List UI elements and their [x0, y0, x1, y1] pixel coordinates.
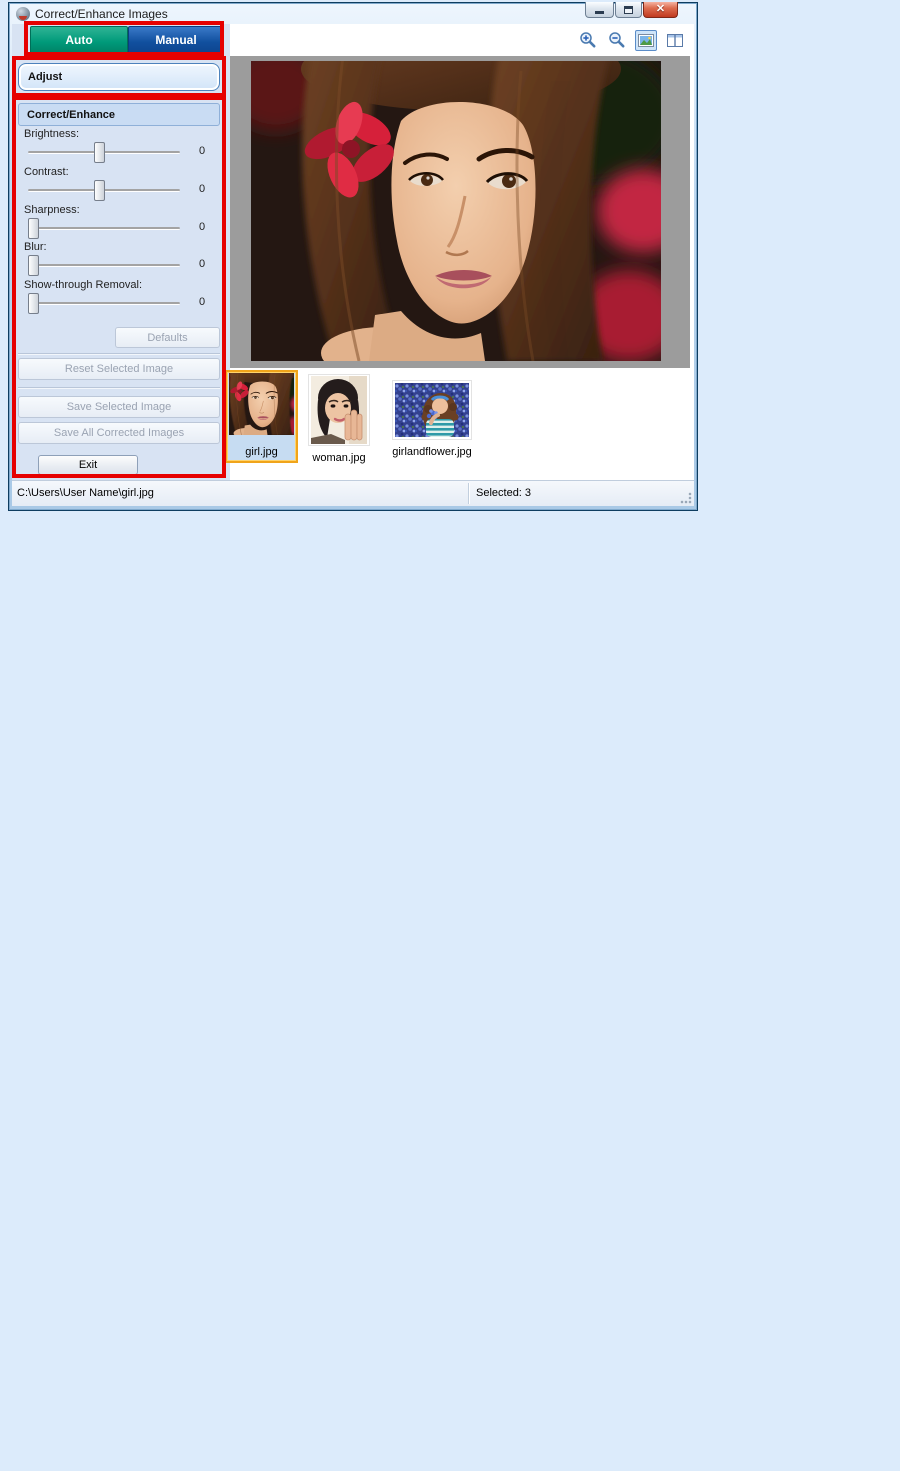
slider-thumb[interactable]	[28, 293, 39, 314]
thumbnail-label: woman.jpg	[312, 452, 366, 464]
thumbnail-strip: girl.jpg woman.jpg girlandflower.jpg	[225, 368, 690, 480]
blur-slider-group: Blur: 0	[12, 241, 230, 279]
preview-canvas[interactable]	[230, 56, 690, 368]
restore-button[interactable]	[615, 2, 642, 18]
blur-slider[interactable]	[28, 255, 180, 276]
show-through-removal-value: 0	[198, 296, 206, 308]
panel-separator	[18, 387, 220, 389]
slider-thumb[interactable]	[28, 255, 39, 276]
contrast-slider[interactable]	[28, 180, 180, 201]
dialog-body: Auto Manual Adjust Correct/Enhance Brigh…	[12, 24, 694, 506]
preview-area: girl.jpg woman.jpg girlandflower.jpg	[225, 24, 694, 480]
slider-thumb[interactable]	[94, 180, 105, 201]
exit-button[interactable]: Exit	[38, 455, 138, 475]
restore-icon	[624, 5, 633, 14]
window-controls: ✕	[585, 2, 678, 18]
show-through-removal-slider[interactable]	[28, 293, 180, 314]
settings-panel: Auto Manual Adjust Correct/Enhance Brigh…	[12, 24, 230, 480]
brightness-slider[interactable]	[28, 142, 180, 163]
brightness-value: 0	[198, 145, 206, 157]
brightness-slider-group: Brightness: 0	[12, 128, 230, 166]
adjust-button[interactable]: Adjust	[18, 63, 220, 91]
brightness-label: Brightness:	[24, 128, 80, 140]
close-icon: ✕	[655, 3, 666, 15]
correct-enhance-dialog: Correct/Enhance Images ✕ Auto Manual Adj…	[8, 2, 698, 511]
preview-toolbar	[230, 24, 690, 56]
blur-value: 0	[198, 258, 206, 270]
minimize-icon	[595, 10, 604, 14]
thumbnail-woman-image	[308, 374, 370, 446]
thumbnail-woman[interactable]: woman.jpg	[305, 374, 373, 464]
defaults-button[interactable]: Defaults	[115, 327, 220, 348]
thumbnail-label: girlandflower.jpg	[392, 446, 472, 458]
contrast-label: Contrast:	[24, 166, 69, 178]
status-divider	[468, 483, 469, 504]
status-bar: C:\Users\User Name\girl.jpg Selected: 3	[12, 480, 694, 506]
app-face-icon	[16, 6, 30, 21]
sharpness-slider-group: Sharpness: 0	[12, 204, 230, 242]
title-bar[interactable]: Correct/Enhance Images ✕	[12, 2, 694, 24]
save-all-corrected-images-button[interactable]: Save All Corrected Images	[18, 422, 220, 444]
thumbnail-girl-image	[229, 373, 294, 435]
sharpness-label: Sharpness:	[24, 204, 80, 216]
thumbnail-girl[interactable]: girl.jpg	[225, 370, 298, 463]
zoom-out-icon[interactable]	[606, 30, 628, 51]
status-selected-count: Selected: 3	[476, 487, 532, 499]
resize-grip-icon[interactable]	[680, 492, 692, 504]
thumbnail-label: girl.jpg	[245, 446, 278, 458]
tab-auto[interactable]: Auto	[30, 26, 128, 53]
preview-image	[251, 61, 661, 361]
zoom-in-icon[interactable]	[577, 30, 599, 51]
panel-separator	[18, 353, 220, 355]
minimize-button[interactable]	[585, 2, 614, 18]
tab-manual[interactable]: Manual	[128, 26, 224, 53]
close-button[interactable]: ✕	[643, 2, 678, 18]
status-file-path: C:\Users\User Name\girl.jpg	[17, 487, 154, 499]
thumbnail-girlandflower-image	[392, 380, 472, 440]
sharpness-slider[interactable]	[28, 218, 180, 239]
whole-image-view-icon[interactable]	[635, 29, 657, 51]
slider-thumb[interactable]	[28, 218, 39, 239]
blur-label: Blur:	[24, 241, 47, 253]
show-through-removal-slider-group: Show-through Removal: 0	[12, 279, 230, 317]
save-selected-image-button[interactable]: Save Selected Image	[18, 396, 220, 418]
thumbnail-girlandflower[interactable]: girlandflower.jpg	[390, 374, 474, 458]
compare-view-icon[interactable]	[664, 30, 686, 51]
slider-thumb[interactable]	[94, 142, 105, 163]
show-through-removal-label: Show-through Removal:	[24, 279, 143, 291]
contrast-slider-group: Contrast: 0	[12, 166, 230, 204]
reset-selected-image-button[interactable]: Reset Selected Image	[18, 358, 220, 380]
window-title: Correct/Enhance Images	[35, 6, 168, 21]
correct-enhance-button[interactable]: Correct/Enhance	[18, 103, 220, 126]
contrast-value: 0	[198, 183, 206, 195]
sharpness-value: 0	[198, 221, 206, 233]
